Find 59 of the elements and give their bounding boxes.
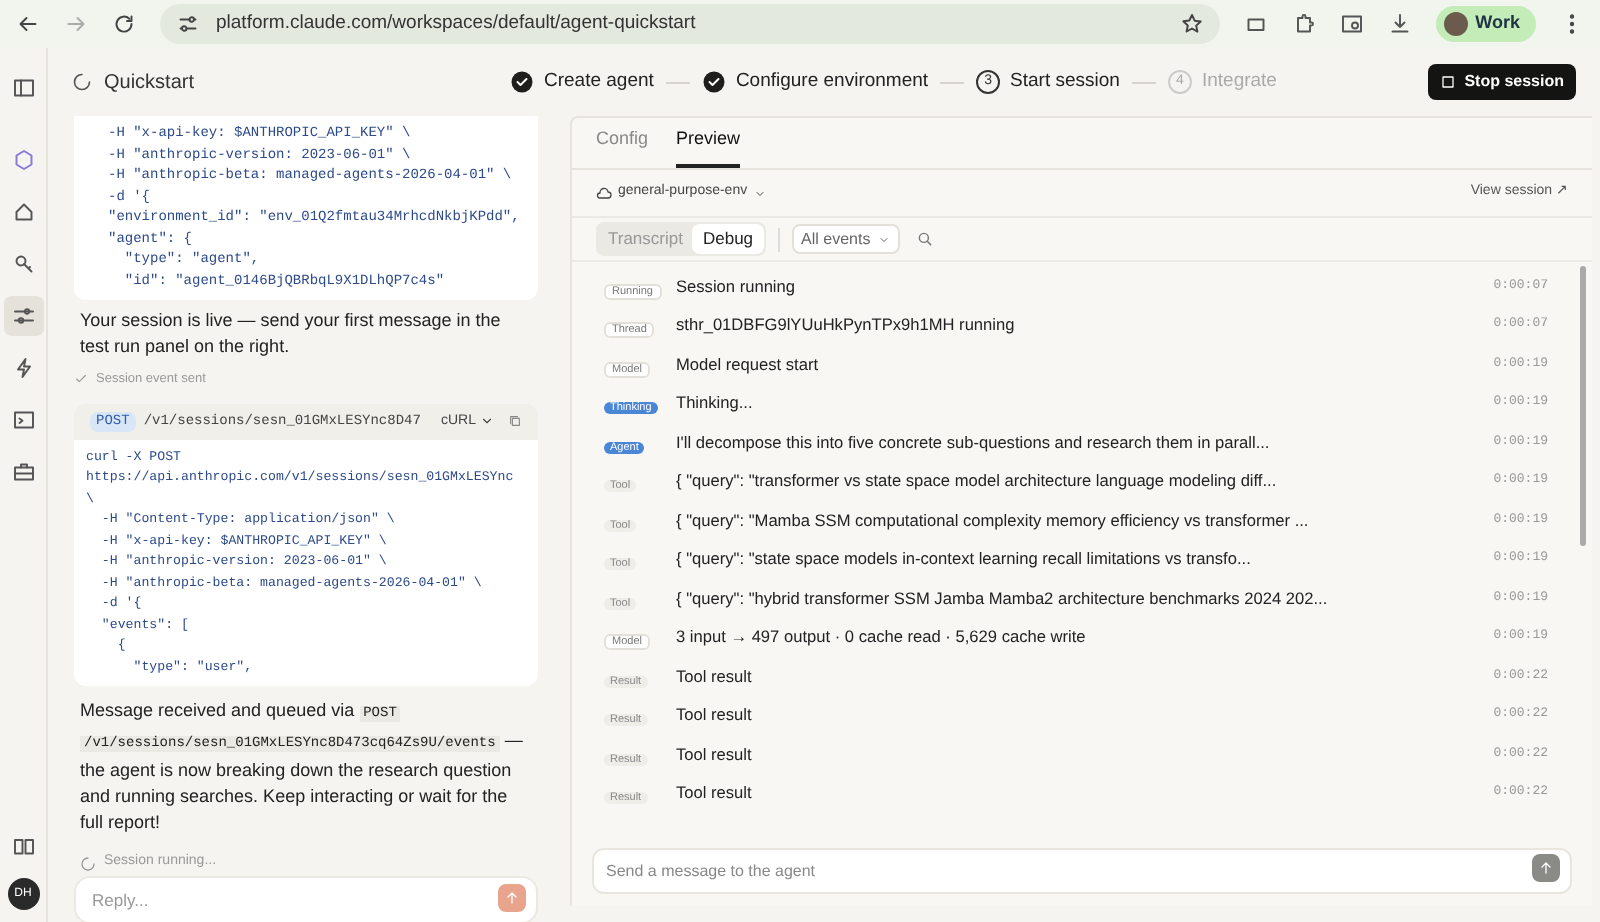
url-text: platform.claude.com/workspaces/default/agent-quickstart: [216, 9, 698, 38]
stepper-step: Create agent: [510, 67, 654, 97]
avatar-icon: [1443, 12, 1468, 36]
panel-tab[interactable]: Preview: [676, 125, 741, 168]
event-text: { "query": "hybrid transformer SSM Jamba Mamba2 architecture benchmarks 2024 202...: [676, 585, 1330, 610]
message-field[interactable]: Send a message to the agent: [592, 848, 1572, 894]
reload-icon[interactable]: [112, 12, 136, 36]
sliders-nav-item[interactable]: [3, 296, 43, 336]
event-text: Tool result: [676, 702, 754, 727]
bolt-icon: [11, 356, 35, 380]
home-icon: [11, 200, 35, 224]
copy-icon[interactable]: [508, 414, 522, 429]
search-icon[interactable]: [916, 230, 935, 248]
panel-icon: [11, 76, 35, 100]
event-text: Thinking...: [676, 390, 755, 415]
arrow-up-icon: [504, 889, 520, 906]
arrow-up-icon: [1538, 859, 1554, 875]
loading-icon: [72, 72, 92, 92]
stepper-step: Configure environment: [701, 67, 929, 97]
checkmark-icon: [74, 372, 88, 387]
event-text: 3 input → 497 output · 0 cache read · 5,629 cache write: [676, 624, 1088, 649]
event-text: I'll decompose this into five concrete sub-questions and research them in parall...: [676, 429, 1272, 454]
key-icon: [11, 252, 35, 276]
event-text: Tool result: [676, 663, 754, 688]
chevron-down-icon: [878, 233, 891, 245]
reply-field[interactable]: Reply...: [74, 875, 538, 922]
stop-session-button[interactable]: Stop session: [1428, 64, 1576, 100]
sliders-icon: [11, 304, 35, 328]
puzzle-icon[interactable]: [1291, 12, 1316, 36]
stop-icon: [1440, 74, 1457, 90]
event-text: { "query": "state space models in-context learning recall limitations vs transfo...: [676, 546, 1253, 571]
event-text: sthr_01DBFG9lYUuHkPynTPx9h1MH running: [676, 312, 1017, 337]
event-text: { "query": "transformer vs state space model architecture language modeling diff...: [676, 468, 1279, 493]
terminal-icon: [11, 408, 35, 432]
back-arrow-icon[interactable]: [16, 12, 40, 36]
download-icon[interactable]: [1387, 12, 1412, 36]
event-text: Tool result: [676, 780, 754, 805]
address-bar[interactable]: platform.claude.com/workspaces/default/agent-quickstart: [160, 4, 1220, 44]
checkmark-circle-icon: [701, 70, 726, 94]
cloud-icon: [596, 185, 612, 201]
view-tab[interactable]: Debug: [692, 224, 764, 254]
chevron-down-icon: [480, 414, 494, 429]
chevron-down-icon: [753, 187, 766, 199]
star-icon[interactable]: [1179, 12, 1204, 36]
checkmark-circle-icon: [510, 70, 534, 94]
chat-message: Your session is live — send your first message in the test run panel on the right.: [78, 308, 503, 360]
briefcase-icon: [11, 460, 35, 484]
spinner-icon: [80, 855, 96, 871]
event-text: Model request start: [676, 351, 821, 376]
book-icon[interactable]: [11, 834, 35, 858]
event-text: Session running: [676, 273, 798, 298]
page-title: Quickstart: [104, 69, 197, 97]
event-filter-dropdown[interactable]: All events: [791, 224, 901, 254]
event-text: Tool result: [676, 741, 754, 766]
site-settings-icon: [176, 12, 200, 36]
send-button[interactable]: [1532, 853, 1560, 881]
profile-button[interactable]: Work: [1435, 6, 1536, 42]
event-text: { "query": "Mamba SSM computational complexity memory efficiency vs transformer ...: [676, 507, 1311, 532]
profile-name: Work: [1475, 10, 1520, 37]
